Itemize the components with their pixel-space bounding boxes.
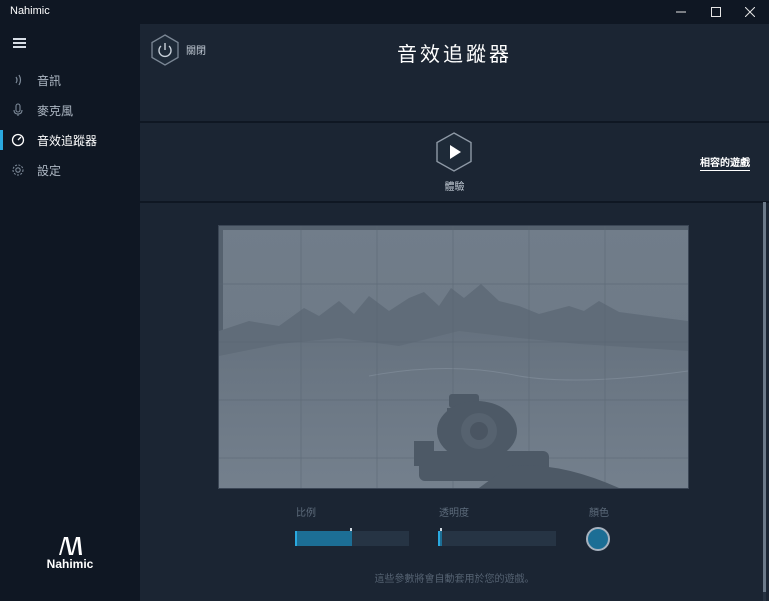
- close-icon: [745, 7, 755, 17]
- header-divider: [140, 121, 769, 123]
- play-demo-button[interactable]: [435, 132, 473, 172]
- sidebar-item-label: 麥克風: [37, 103, 74, 118]
- gear-icon: [11, 163, 25, 177]
- sidebar-item-label: 設定: [37, 163, 62, 178]
- app-title: Nahimic: [10, 5, 50, 17]
- play-icon: [436, 132, 472, 172]
- title-bar: Nahimic: [0, 0, 769, 24]
- active-indicator: [0, 130, 3, 150]
- scrollbar-thumb[interactable]: [763, 202, 766, 592]
- opacity-slider[interactable]: [438, 528, 556, 546]
- demo-divider: [140, 201, 769, 203]
- play-label: 體驗: [444, 182, 465, 193]
- sidebar-item-audio[interactable]: 音訊: [0, 65, 140, 95]
- nahimic-logo: Nahimic: [40, 536, 100, 571]
- opacity-slider-thumb[interactable]: [440, 528, 442, 531]
- microphone-icon: [11, 103, 25, 117]
- scale-slider[interactable]: [295, 528, 409, 546]
- game-scene-illustration: [219, 226, 688, 488]
- compatible-games-link[interactable]: 相容的遊戲: [700, 154, 750, 171]
- color-label: 顏色: [589, 508, 609, 519]
- audio-wave-icon: [11, 73, 25, 87]
- maximize-icon: [711, 7, 721, 17]
- sidebar: 音訊 麥克風 音效追蹤器 設定 Nahimic: [0, 24, 140, 601]
- hamburger-menu-icon[interactable]: [13, 38, 26, 48]
- sidebar-item-label: 音訊: [37, 73, 62, 88]
- sidebar-item-microphone[interactable]: 麥克風: [0, 95, 140, 125]
- minimize-button[interactable]: [662, 0, 700, 24]
- footer-note: 這些參數將會自動套用於您的遊戲。: [374, 574, 535, 585]
- main-panel: 關閉 音效追蹤器 體驗 相容的遊戲 比例 透明度 顏色 這些參數將會自動套用於您…: [140, 24, 769, 601]
- opacity-slider-fill: [438, 531, 442, 546]
- sound-tracker-icon: [11, 133, 25, 147]
- maximize-button[interactable]: [697, 0, 735, 24]
- minimize-icon: [676, 11, 686, 13]
- game-preview-image: [218, 225, 689, 489]
- page-title: 音效追蹤器: [397, 42, 512, 66]
- logo-text: Nahimic: [46, 557, 94, 571]
- sidebar-item-sound-tracker[interactable]: 音效追蹤器: [0, 125, 140, 155]
- nahimic-logo-icon: [59, 537, 82, 555]
- close-button[interactable]: [731, 0, 769, 24]
- opacity-label: 透明度: [439, 508, 469, 519]
- color-picker-swatch[interactable]: [586, 527, 610, 551]
- sidebar-item-settings[interactable]: 設定: [0, 155, 140, 185]
- scale-slider-fill: [295, 531, 352, 546]
- scale-slider-thumb[interactable]: [350, 528, 352, 531]
- sidebar-item-label: 音效追蹤器: [37, 133, 98, 148]
- scrollbar[interactable]: [763, 202, 766, 601]
- scale-label: 比例: [296, 508, 316, 519]
